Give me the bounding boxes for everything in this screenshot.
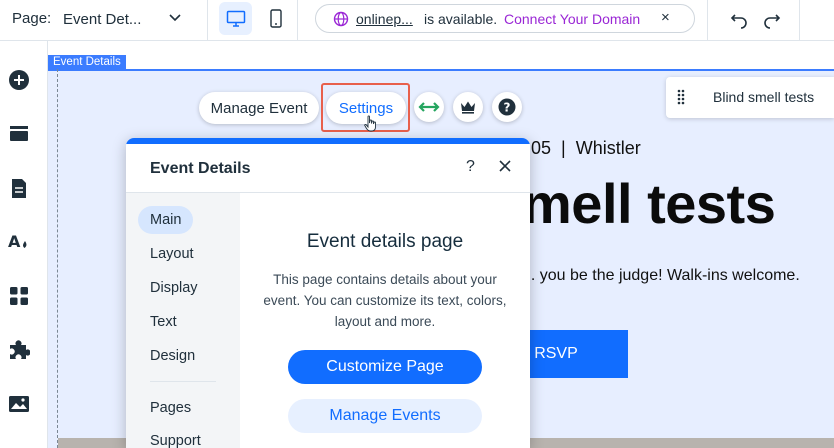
connect-domain-link[interactable]: Connect Your Domain xyxy=(504,11,640,27)
add-icon xyxy=(9,70,29,90)
gridline xyxy=(57,69,58,448)
domain-banner: onlinep... is available. Connect Your Do… xyxy=(315,4,695,33)
desktop-view-button[interactable] xyxy=(219,2,252,35)
body-title: Event details page xyxy=(306,231,464,252)
svg-text:A: A xyxy=(8,232,21,251)
close-icon[interactable] xyxy=(498,159,512,173)
divider xyxy=(799,0,800,41)
section-tag[interactable]: Event Details xyxy=(48,55,126,70)
manage-events-label: Manage Events xyxy=(329,407,441,424)
nav-item-layout[interactable]: Layout xyxy=(138,240,206,268)
help-icon: ? xyxy=(498,98,516,116)
chevron-down-icon xyxy=(169,14,181,22)
media-button[interactable] xyxy=(8,393,30,415)
panel-accent-bar xyxy=(126,138,530,144)
layer-chip[interactable]: Blind smell tests xyxy=(666,77,834,118)
apps-icon xyxy=(10,287,28,305)
customize-page-label: Customize Page xyxy=(326,358,444,375)
globe-icon xyxy=(333,11,349,27)
left-sidebar: A xyxy=(0,41,48,448)
svg-text:?: ? xyxy=(504,101,511,115)
manage-event-button[interactable]: Manage Event xyxy=(199,92,319,124)
page-selector[interactable]: Event Det... xyxy=(63,6,188,32)
media-icon xyxy=(9,396,29,412)
undo-icon[interactable] xyxy=(729,9,749,29)
mobile-icon xyxy=(269,9,282,28)
add-elements-button[interactable] xyxy=(8,69,30,91)
stretch-button[interactable] xyxy=(414,92,444,122)
theme-button[interactable]: A xyxy=(8,231,30,253)
nav-item-design[interactable]: Design xyxy=(138,342,207,370)
upgrade-button[interactable] xyxy=(453,92,483,122)
nav-item-support[interactable]: Support xyxy=(138,427,213,448)
panel-title: Event Details xyxy=(150,160,251,177)
redo-icon[interactable] xyxy=(762,9,782,29)
sections-button[interactable] xyxy=(8,123,30,145)
theme-icon: A xyxy=(8,232,27,251)
divider xyxy=(297,0,298,41)
help-button[interactable]: ? xyxy=(492,92,522,122)
nav-item-main[interactable]: Main xyxy=(138,206,194,234)
drag-handle-icon[interactable] xyxy=(677,89,685,105)
body-text: This page contains details about your ev… xyxy=(263,272,507,329)
divider xyxy=(207,0,208,41)
stretch-icon xyxy=(418,102,440,112)
panel-nav: Main Layout Display Text Design Pages Su… xyxy=(126,193,240,448)
nav-item-display[interactable]: Display xyxy=(138,274,210,302)
domain-status: is available. xyxy=(424,11,498,27)
nav-item-text[interactable]: Text xyxy=(138,308,189,336)
page-label: Page: xyxy=(12,10,52,27)
event-title: mell tests xyxy=(522,172,776,235)
customize-page-button[interactable]: Customize Page xyxy=(288,350,482,384)
panel-body: Event details page This page contains de… xyxy=(240,193,530,448)
section-outline xyxy=(48,69,834,71)
mobile-view-button[interactable] xyxy=(259,2,292,35)
divider xyxy=(707,0,708,41)
event-description: ... you be the judge! Walk-ins welcome. xyxy=(522,267,800,284)
domain-name-link[interactable]: onlinep... xyxy=(356,11,413,27)
app-market-icon xyxy=(10,340,30,359)
divider xyxy=(150,381,216,382)
manage-events-button[interactable]: Manage Events xyxy=(288,399,482,433)
event-date-location: 05 | Whistler xyxy=(531,138,641,158)
pages-icon xyxy=(12,178,26,198)
pages-button[interactable] xyxy=(8,177,30,199)
rsvp-label: RSVP xyxy=(534,345,578,362)
desktop-icon xyxy=(226,10,245,27)
page-selector-value: Event Det... xyxy=(63,10,142,28)
sections-icon xyxy=(10,126,28,141)
apps-button[interactable] xyxy=(8,285,30,307)
layer-chip-label: Blind smell tests xyxy=(713,89,815,105)
event-details-panel: Event Details ? Main Layout Display Text… xyxy=(126,138,530,448)
app-market-button[interactable] xyxy=(8,339,30,361)
upgrade-crown-icon xyxy=(461,101,475,114)
nav-item-pages[interactable]: Pages xyxy=(138,394,203,422)
panel-help-button[interactable]: ? xyxy=(466,158,475,176)
close-banner-button[interactable]: × xyxy=(661,9,670,26)
top-bar: Page: Event Det... onlinep... is availab… xyxy=(0,0,834,41)
hand-cursor-icon xyxy=(364,115,376,132)
manage-event-label: Manage Event xyxy=(210,99,308,117)
